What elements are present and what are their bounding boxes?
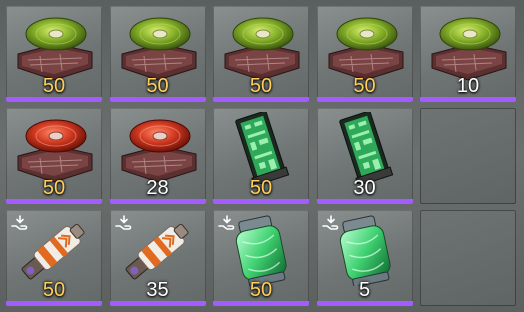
- inventory-grid: 50 50 50 50 10 50 28 50 30 50 35 50 5: [0, 0, 524, 312]
- rarity-bar: [109, 199, 206, 204]
- inventory-slot[interactable]: 50: [109, 6, 206, 102]
- inventory-slot[interactable]: 10: [420, 6, 516, 102]
- rarity-bar: [213, 199, 309, 204]
- item-count: 50: [353, 75, 376, 97]
- rarity-bar: [6, 97, 102, 102]
- item-count: 28: [146, 177, 169, 199]
- circuit-module-icon: [338, 112, 393, 184]
- inventory-slot[interactable]: 50: [213, 108, 309, 204]
- item-count: 50: [42, 75, 66, 97]
- inventory-slot-empty[interactable]: [420, 108, 516, 204]
- item-count: 50: [146, 75, 169, 97]
- rarity-bar: [109, 301, 206, 306]
- green-disc-console-icon: [328, 17, 403, 81]
- hand-receive-icon: [321, 215, 338, 230]
- item-count: 5: [358, 279, 371, 301]
- item-count: 50: [249, 177, 273, 199]
- inventory-slot[interactable]: 50: [213, 6, 309, 102]
- hand-receive-icon: [11, 215, 28, 230]
- item-count: 35: [146, 279, 169, 301]
- item-count: 50: [42, 279, 66, 301]
- item-count: 50: [249, 75, 273, 97]
- inventory-slot-empty[interactable]: [420, 210, 516, 306]
- green-disc-console-icon: [431, 17, 507, 81]
- red-disc-console-icon: [17, 119, 93, 183]
- rarity-bar: [213, 97, 309, 102]
- inventory-slot[interactable]: 50: [6, 6, 102, 102]
- green-disc-console-icon: [224, 17, 300, 81]
- inventory-slot[interactable]: 35: [109, 210, 206, 306]
- inventory-slot[interactable]: 30: [316, 108, 413, 204]
- item-count: 50: [42, 177, 66, 199]
- green-disc-console-icon: [17, 17, 93, 81]
- rarity-bar: [316, 97, 413, 102]
- rarity-bar: [316, 301, 413, 306]
- rarity-bar: [6, 199, 102, 204]
- rarity-bar: [6, 301, 102, 306]
- inventory-slot[interactable]: 50: [6, 108, 102, 204]
- green-disc-console-icon: [121, 17, 196, 81]
- inventory-slot[interactable]: 50: [213, 210, 309, 306]
- rarity-bar: [316, 199, 413, 204]
- inventory-slot[interactable]: 50: [6, 210, 102, 306]
- rarity-bar: [420, 97, 516, 102]
- inventory-slot[interactable]: 50: [316, 6, 413, 102]
- circuit-module-icon: [235, 112, 290, 184]
- hand-receive-icon: [218, 215, 235, 230]
- rarity-bar: [109, 97, 206, 102]
- hand-receive-icon: [114, 215, 131, 230]
- inventory-slot[interactable]: 28: [109, 108, 206, 204]
- item-count: 30: [353, 177, 376, 199]
- item-count: 10: [456, 75, 480, 97]
- rarity-bar: [213, 301, 309, 306]
- inventory-slot[interactable]: 5: [316, 210, 413, 306]
- item-count: 50: [249, 279, 273, 301]
- red-disc-console-icon: [121, 119, 196, 183]
